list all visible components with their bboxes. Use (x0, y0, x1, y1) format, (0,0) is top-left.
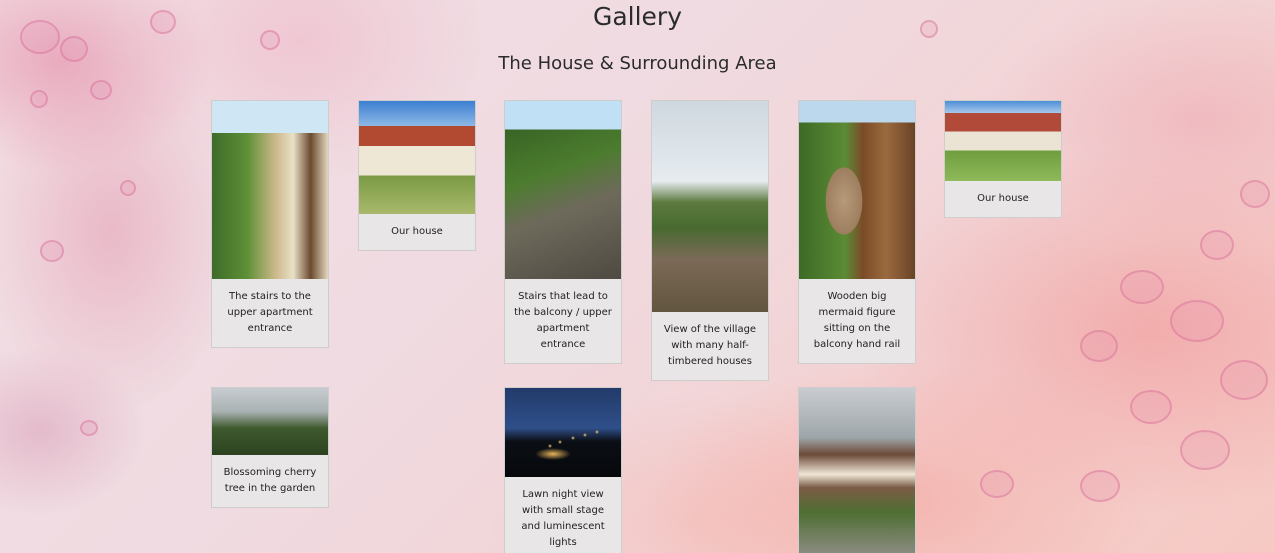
background-bubble (1170, 300, 1224, 342)
background-bubble (1080, 330, 1118, 362)
background-bubble (1120, 270, 1164, 304)
village-path-photo[interactable] (799, 388, 915, 553)
background-bubble (1240, 180, 1270, 208)
background-bubble (1080, 470, 1120, 502)
gallery-card[interactable]: Lawn night view with small stage and lum… (504, 387, 622, 553)
balcony-stairs-photo[interactable] (505, 101, 621, 279)
background-bubble (1130, 390, 1172, 424)
background-bubble (120, 180, 136, 196)
our-house-photo[interactable] (359, 101, 475, 214)
photo-caption: Blossoming cherry tree in the garden (223, 467, 317, 494)
background-bubble (1200, 230, 1234, 260)
section-title: The House & Surrounding Area (498, 53, 777, 74)
gallery-card[interactable]: The stairs to the upper apartment entran… (211, 100, 329, 348)
cherry-tree-photo[interactable] (212, 388, 328, 455)
photo-caption: Our house (391, 226, 443, 237)
background-bubble (1220, 360, 1268, 400)
photo-caption: Stairs that lead to the balcony / upper … (514, 291, 612, 350)
background-bubble (980, 470, 1014, 498)
background-marble (0, 0, 1275, 553)
wooden-mermaid-photo[interactable] (799, 101, 915, 279)
gallery-card[interactable]: Wooden big mermaid figure sitting on the… (798, 100, 916, 364)
photo-caption: Lawn night view with small stage and lum… (521, 489, 605, 548)
gallery-card[interactable]: View of the village with many half-timbe… (651, 100, 769, 381)
background-bubble (40, 240, 64, 262)
page-title: Gallery (592, 2, 683, 31)
gallery-card[interactable]: Our house (358, 100, 476, 251)
gallery-card[interactable] (798, 387, 916, 553)
our-house-photo-2[interactable] (945, 101, 1061, 181)
lawn-night-photo[interactable] (505, 388, 621, 477)
village-view-photo[interactable] (652, 101, 768, 312)
photo-caption: View of the village with many half-timbe… (663, 324, 757, 367)
background-bubble (80, 420, 98, 436)
gallery-card[interactable]: Blossoming cherry tree in the garden (211, 387, 329, 508)
gallery-card[interactable]: Our house (944, 100, 1062, 218)
photo-caption: The stairs to the upper apartment entran… (227, 291, 313, 334)
stairs-to-upper-apartment-photo[interactable] (212, 101, 328, 279)
gallery-card[interactable]: Stairs that lead to the balcony / upper … (504, 100, 622, 364)
photo-caption: Our house (977, 193, 1029, 204)
background-bubble (90, 80, 112, 100)
background-bubble (30, 90, 48, 108)
background-bubble (1180, 430, 1230, 470)
photo-caption: Wooden big mermaid figure sitting on the… (813, 291, 901, 350)
